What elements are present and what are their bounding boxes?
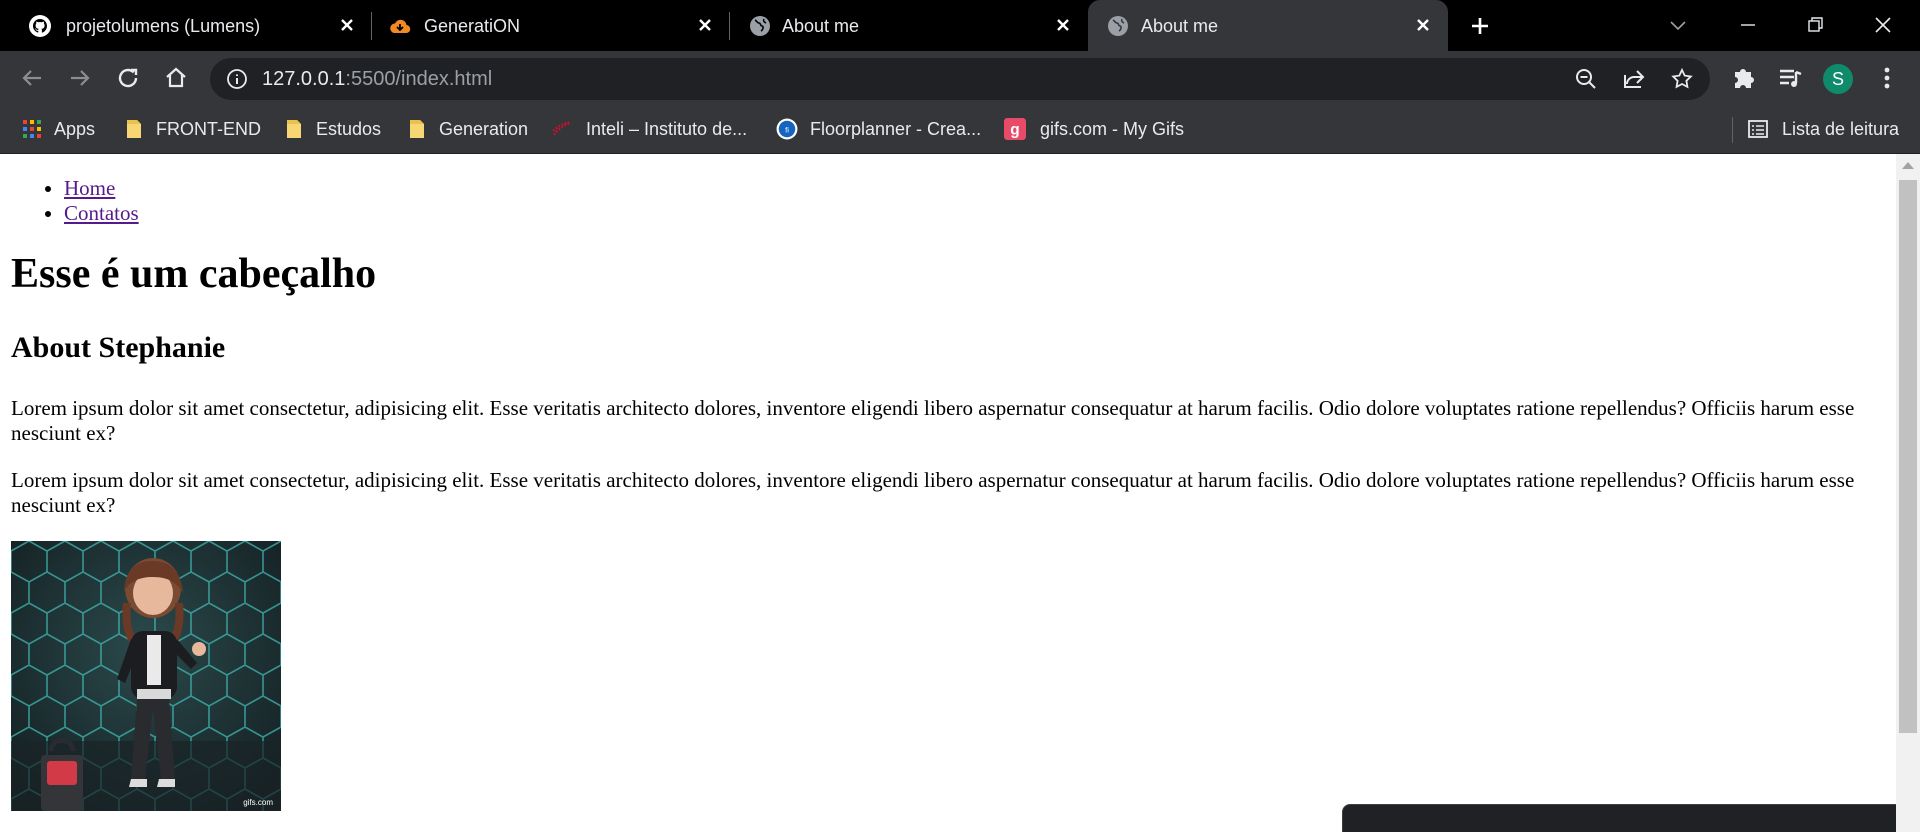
scrollbar-thumb[interactable] [1899, 180, 1917, 733]
close-icon[interactable] [334, 12, 360, 38]
restore-icon[interactable] [1801, 10, 1831, 40]
menu-kebab-icon[interactable] [1871, 62, 1903, 94]
close-icon[interactable] [1410, 12, 1436, 38]
folder-icon [410, 120, 424, 138]
svg-text:g: g [1010, 122, 1019, 139]
address-bar[interactable]: 127.0.0.1:5500/index.html [210, 58, 1710, 100]
extensions-puzzle-icon[interactable] [1727, 62, 1759, 94]
browser-toolbar: 127.0.0.1:5500/index.html S [0, 51, 1920, 105]
url-path: :5500/index.html [345, 68, 493, 90]
tab-title: GeneratiON [424, 16, 521, 36]
zoom-out-icon[interactable] [1574, 67, 1598, 91]
page-scrollbar[interactable] [1896, 154, 1920, 832]
cloud-icon [390, 19, 411, 34]
inteli-icon [552, 121, 572, 136]
tab-about-me[interactable]: About me [730, 0, 1086, 51]
media-playlist-icon[interactable] [1774, 62, 1806, 94]
avatar-gif-image: gifs.com [11, 541, 281, 811]
nav-item-contatos: Contatos [64, 201, 139, 226]
tab-projetolumens[interactable]: projetolumens (Lumens) [0, 0, 366, 51]
paragraph: Lorem ipsum dolor sit amet consectetur, … [11, 396, 1855, 445]
bookmark-label: Apps [54, 118, 96, 139]
close-icon[interactable] [692, 12, 718, 38]
paragraph: Lorem ipsum dolor sit amet consectetur, … [11, 468, 1855, 517]
forward-arrow-icon[interactable] [64, 62, 96, 94]
bookmark-folder-generation[interactable]: Generation [407, 115, 528, 143]
url-host: 127.0.0.1 [262, 68, 346, 90]
home-link[interactable]: Home [64, 176, 115, 200]
bookmark-inteli[interactable]: Inteli – Instituto de... [552, 115, 747, 143]
minimize-icon[interactable] [1733, 10, 1763, 40]
tab-about-me-active[interactable]: About me [1088, 0, 1448, 51]
scroll-up-arrow-icon[interactable] [1902, 162, 1914, 169]
page-content: Home Contatos Esse é um cabeçalho About … [0, 154, 1896, 832]
bookmark-label: Generation [439, 118, 529, 139]
folder-icon [127, 120, 141, 138]
tab-title: About me [1141, 16, 1219, 36]
gifs-icon: g [1004, 118, 1026, 140]
bookmark-folder-front-end[interactable]: FRONT-END [124, 115, 261, 143]
github-icon [29, 15, 51, 37]
site-info-icon[interactable] [226, 68, 248, 90]
reading-list-icon [1748, 120, 1768, 138]
url-text[interactable]: 127.0.0.1:5500/index.html [262, 68, 492, 90]
floorplanner-icon: fi [776, 118, 798, 140]
apps-grid-icon [23, 120, 41, 138]
new-tab-plus-icon[interactable] [1466, 12, 1494, 40]
bookmark-floorplanner[interactable]: fi Floorplanner - Crea... [776, 115, 981, 143]
close-icon[interactable] [1050, 12, 1076, 38]
tab-strip: projetolumens (Lumens) GeneratiON About … [0, 0, 1920, 51]
tab-title: About me [782, 16, 860, 36]
reload-icon[interactable] [112, 62, 144, 94]
profile-avatar[interactable]: S [1823, 64, 1853, 94]
home-icon[interactable] [160, 62, 192, 94]
bookmark-label: Floorplanner - Crea... [810, 118, 982, 139]
about-heading: About Stephanie [11, 331, 226, 364]
notification-popup[interactable] [1342, 804, 1896, 832]
bookmark-apps[interactable]: Apps [22, 115, 95, 143]
nav-item-home: Home [64, 176, 139, 201]
bookmark-label: Estudos [316, 118, 382, 139]
avatar-gif-drawing: gifs.com [11, 541, 281, 811]
bookmark-folder-estudos[interactable]: Estudos [284, 115, 381, 143]
bookmark-label: FRONT-END [156, 118, 261, 139]
gif-watermark: gifs.com [243, 798, 273, 807]
bookmarks-bar: Apps FRONT-END Estudos Generation Inteli… [0, 105, 1920, 154]
globe-icon [1108, 16, 1128, 36]
tab-title: projetolumens (Lumens) [66, 16, 261, 36]
share-icon[interactable] [1622, 67, 1646, 91]
bookmark-label: gifs.com - My Gifs [1040, 118, 1185, 139]
reading-list[interactable]: Lista de leitura [1748, 115, 1899, 143]
nav-list: Home Contatos [64, 176, 139, 226]
bookmark-star-icon[interactable] [1670, 67, 1694, 91]
bookmarks-divider [1732, 117, 1733, 143]
back-arrow-icon[interactable] [16, 62, 48, 94]
reading-list-label: Lista de leitura [1782, 118, 1900, 139]
folder-icon [287, 120, 301, 138]
bookmark-label: Inteli – Instituto de... [586, 118, 748, 139]
tab-generation[interactable]: GeneratiON [372, 0, 728, 51]
contatos-link[interactable]: Contatos [64, 201, 139, 225]
close-window-icon[interactable] [1868, 10, 1898, 40]
page-heading: Esse é um cabeçalho [11, 251, 377, 297]
bookmark-gifs[interactable]: g gifs.com - My Gifs [1004, 115, 1184, 143]
globe-icon [750, 16, 770, 36]
svg-text:fi: fi [785, 125, 789, 134]
tab-search-chevron-icon[interactable] [1663, 10, 1693, 40]
